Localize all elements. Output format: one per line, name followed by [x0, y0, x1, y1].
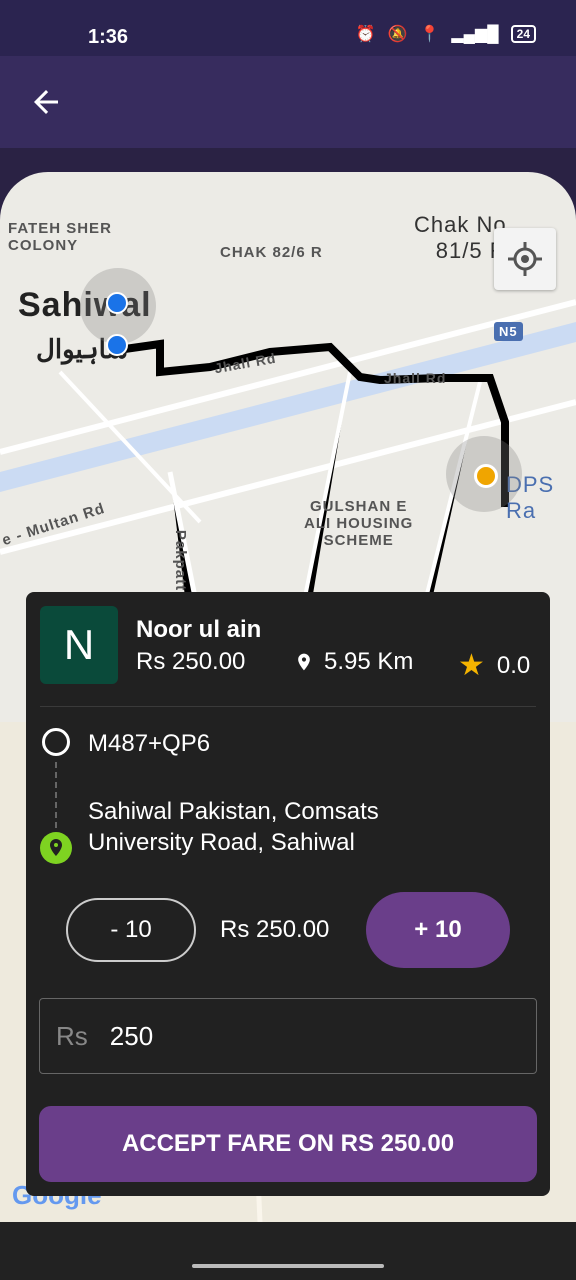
- map-label-chak-82: CHAK 82/6 R: [220, 244, 323, 261]
- back-button[interactable]: [28, 84, 64, 120]
- map-label-jhall-rd-2: Jhall Rd: [384, 370, 447, 386]
- decrease-fare-button[interactable]: - 10: [66, 898, 196, 962]
- map-label-gulshan: GULSHAN E ALI HOUSING SCHEME: [304, 498, 414, 549]
- app-bar: [0, 56, 576, 148]
- increase-fare-button[interactable]: + 10: [366, 892, 510, 968]
- rider-name: Noor ul ain: [136, 616, 262, 643]
- pickup-address: M487+QP6: [88, 730, 211, 757]
- distance-value: 5.95 Km: [324, 648, 414, 675]
- map-label-n5: N5: [494, 322, 523, 341]
- mute-icon: 🔕: [387, 26, 408, 43]
- map-label-chak-no: Chak No 81/5 R: [414, 212, 507, 263]
- pickup-circle-icon: [42, 728, 70, 756]
- dropoff-address: Sahiwal Pakistan, Comsats University Roa…: [88, 798, 379, 856]
- distance-info: 5.95 Km: [294, 648, 413, 676]
- star-icon: ★: [458, 649, 485, 682]
- dropoff-pin-icon: [40, 832, 72, 864]
- battery-indicator: 24: [510, 25, 536, 43]
- accept-fare-button[interactable]: ACCEPT FARE ON RS 250.00: [39, 1106, 537, 1182]
- current-fare: Rs 250.00: [220, 916, 330, 943]
- rating-value: 0.0: [496, 651, 531, 679]
- current-location-marker: [106, 292, 128, 314]
- rating-info: ★ 0.0: [458, 648, 530, 683]
- fare-input-value[interactable]: 250: [110, 1021, 153, 1052]
- my-location-button[interactable]: [494, 228, 556, 290]
- map-pin-icon: [50, 839, 62, 856]
- location-pin-icon: [298, 653, 310, 671]
- map-label-pakpattan: Pakpatt: [172, 529, 190, 592]
- pickup-marker: [106, 334, 128, 356]
- dropoff-marker: [474, 464, 498, 488]
- fare-input-field[interactable]: Rs 250: [39, 998, 537, 1074]
- status-icons: ⏰ 🔕 📍 ▂▄▆█ 24: [356, 24, 536, 44]
- home-handle[interactable]: [192, 1264, 384, 1268]
- map-label-fateh-sher: FATEH SHER COLONY: [8, 220, 112, 254]
- rider-avatar: N: [40, 606, 118, 684]
- ride-request-card: N Noor ul ain Rs 250.00 5.95 Km ★ 0.0 M4…: [26, 592, 550, 1196]
- alarm-icon: ⏰: [355, 26, 376, 43]
- system-nav-bar: [0, 1222, 576, 1280]
- back-arrow-icon: [34, 90, 58, 114]
- route-connector-line: [55, 762, 57, 828]
- signal-icon: ▂▄▆█: [451, 26, 499, 43]
- fare-input-prefix: Rs: [56, 1020, 88, 1051]
- location-icon: 📍: [419, 26, 440, 43]
- card-divider: [40, 706, 536, 707]
- status-bar: 1:36 ⏰ 🔕 📍 ▂▄▆█ 24: [0, 0, 576, 56]
- rider-price: Rs 250.00: [136, 648, 246, 675]
- crosshair-icon: [508, 242, 542, 276]
- status-time: 1:36: [88, 26, 129, 48]
